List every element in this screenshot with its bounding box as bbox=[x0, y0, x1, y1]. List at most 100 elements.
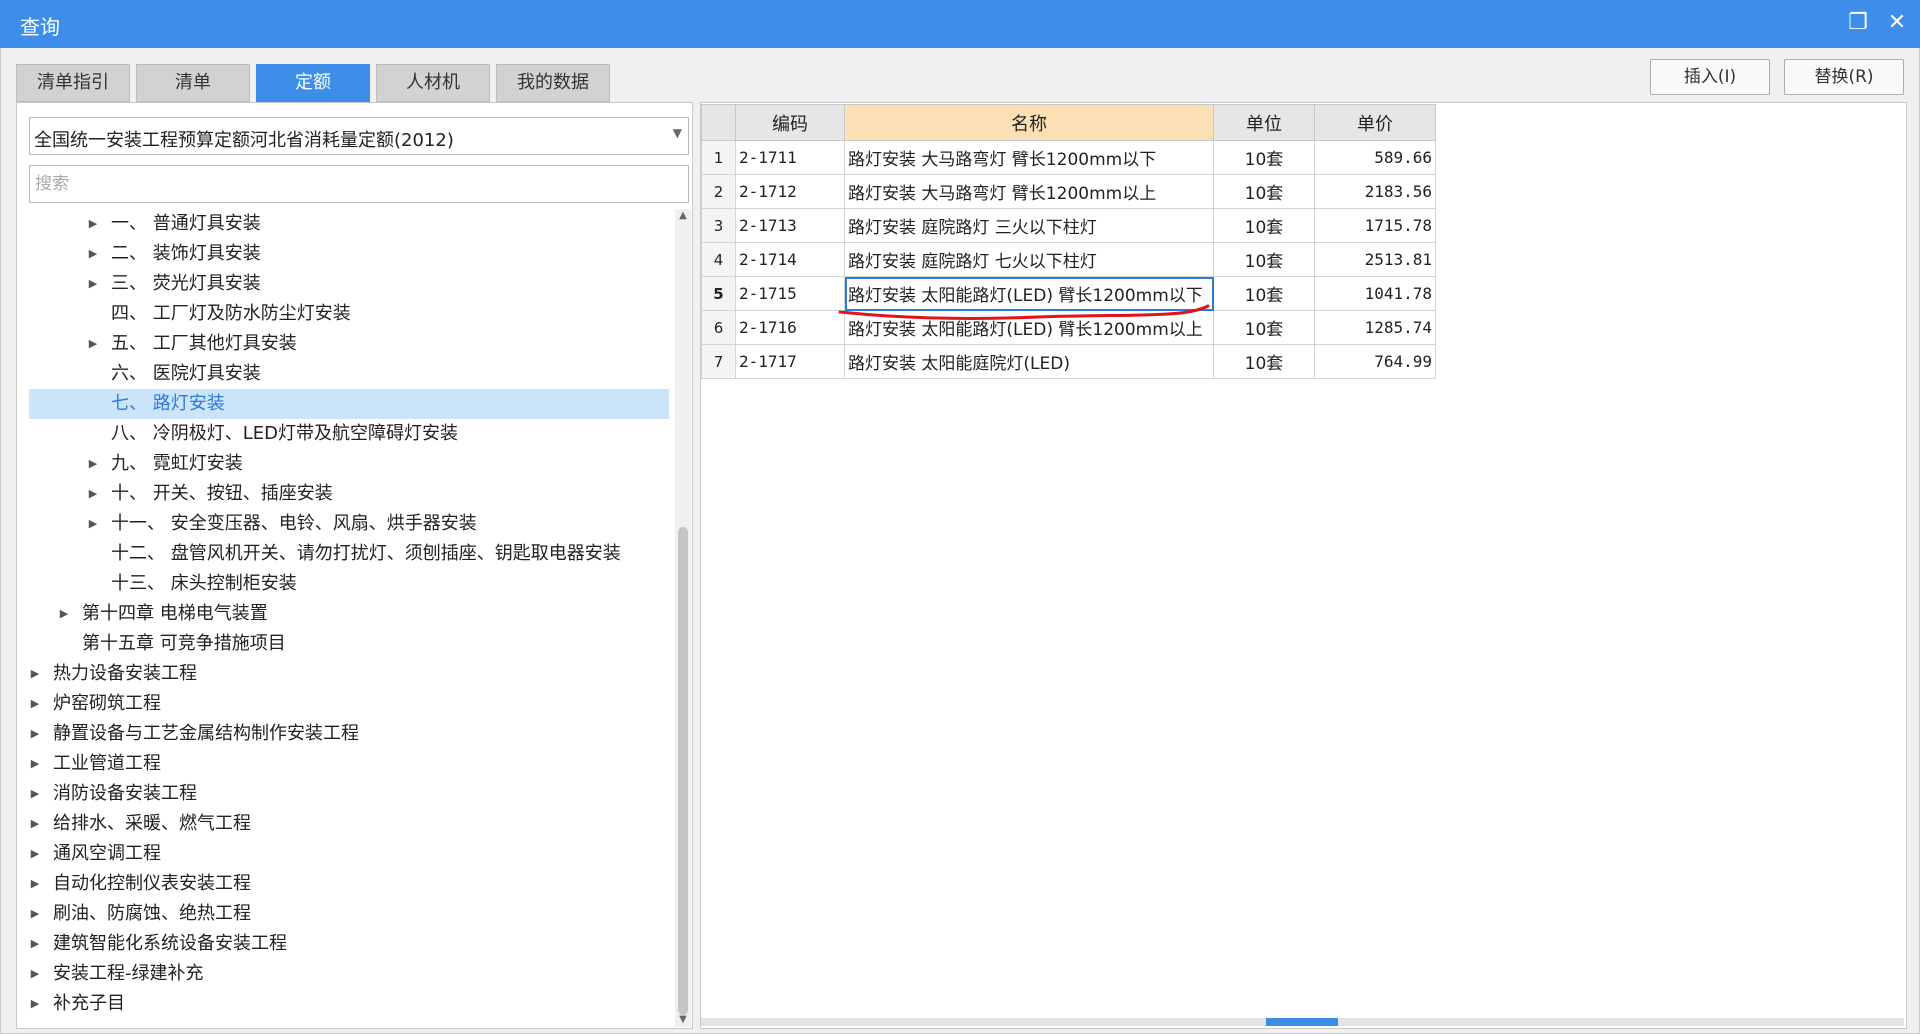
code-cell[interactable]: 2-1713 bbox=[735, 208, 845, 243]
restore-icon[interactable]: ❐ bbox=[1843, 8, 1873, 38]
tree-item[interactable]: 四、 工厂灯及防水防尘灯安装 bbox=[29, 299, 669, 329]
expand-arrow-icon[interactable]: ▶ bbox=[29, 749, 41, 779]
tab-labor-material-machine[interactable]: 人材机 bbox=[376, 64, 490, 102]
tree-item[interactable]: 七、 路灯安装 bbox=[29, 389, 669, 419]
name-cell[interactable]: 路灯安装 庭院路灯 七火以下柱灯 bbox=[844, 242, 1214, 277]
replace-button[interactable]: 替换(R) bbox=[1784, 59, 1904, 95]
price-cell[interactable]: 1285.74 bbox=[1314, 310, 1436, 345]
tree-item[interactable]: ▶ 静置设备与工艺金属结构制作安装工程 bbox=[29, 719, 669, 749]
tree-item[interactable]: ▶ 工业管道工程 bbox=[29, 749, 669, 779]
code-cell[interactable]: 2-1712 bbox=[735, 174, 845, 209]
tree-item[interactable]: ▶ 第十四章 电梯电气装置 bbox=[29, 599, 669, 629]
expand-arrow-icon[interactable]: ▶ bbox=[29, 929, 41, 959]
tree-item[interactable]: ▶ 二、 装饰灯具安装 bbox=[29, 239, 669, 269]
row-number[interactable]: 6 bbox=[701, 310, 736, 345]
unit-cell[interactable]: 10套 bbox=[1213, 310, 1315, 345]
tree-item[interactable]: ▶ 通风空调工程 bbox=[29, 839, 669, 869]
name-cell[interactable]: 路灯安装 太阳能庭院灯(LED) bbox=[844, 344, 1214, 379]
expand-arrow-icon[interactable]: ▶ bbox=[29, 659, 41, 689]
table-row[interactable]: 2 2-1712 路灯安装 大马路弯灯 臂长1200mm以上 10套 2183.56 bbox=[701, 174, 1436, 209]
tree-item[interactable]: ▶ 自动化控制仪表安装工程 bbox=[29, 869, 669, 899]
column-header-name[interactable]: 名称 bbox=[844, 104, 1214, 141]
unit-cell[interactable]: 10套 bbox=[1213, 344, 1315, 379]
name-cell[interactable]: 路灯安装 太阳能路灯(LED) 臂长1200mm以上 bbox=[844, 310, 1214, 345]
expand-arrow-icon[interactable]: ▶ bbox=[29, 869, 41, 899]
tree-item[interactable]: 十三、 床头控制柜安装 bbox=[29, 569, 669, 599]
tree-item[interactable]: ▶ 给排水、采暖、燃气工程 bbox=[29, 809, 669, 839]
price-cell[interactable]: 764.99 bbox=[1314, 344, 1436, 379]
close-icon[interactable]: ✕ bbox=[1882, 8, 1912, 38]
row-number[interactable]: 4 bbox=[701, 242, 736, 277]
expand-arrow-icon[interactable]: ▶ bbox=[29, 989, 41, 1019]
tree-item[interactable]: ▶ 刷油、防腐蚀、绝热工程 bbox=[29, 899, 669, 929]
tree-item[interactable]: ▶ 建筑智能化系统设备安装工程 bbox=[29, 929, 669, 959]
scroll-down-icon[interactable]: ▼ bbox=[675, 1013, 691, 1027]
scrollbar-thumb[interactable] bbox=[678, 527, 688, 1015]
expand-arrow-icon[interactable]: ▶ bbox=[87, 509, 99, 539]
expand-arrow-icon[interactable]: ▶ bbox=[87, 239, 99, 269]
tab-my-data[interactable]: 我的数据 bbox=[496, 64, 610, 102]
tree-item[interactable]: ▶ 三、 荧光灯具安装 bbox=[29, 269, 669, 299]
column-header-unit[interactable]: 单位 bbox=[1213, 104, 1315, 141]
quota-library-select[interactable]: 全国统一安装工程预算定额河北省消耗量定额(2012) ▼ bbox=[29, 117, 689, 155]
code-cell[interactable]: 2-1711 bbox=[735, 140, 845, 175]
price-cell[interactable]: 2183.56 bbox=[1314, 174, 1436, 209]
unit-cell[interactable]: 10套 bbox=[1213, 174, 1315, 209]
expand-arrow-icon[interactable]: ▶ bbox=[29, 899, 41, 929]
expand-arrow-icon[interactable]: ▶ bbox=[87, 449, 99, 479]
unit-cell[interactable]: 10套 bbox=[1213, 208, 1315, 243]
tree-item[interactable]: ▶ 安装工程-绿建补充 bbox=[29, 959, 669, 989]
row-number[interactable]: 1 bbox=[701, 140, 736, 175]
scroll-up-icon[interactable]: ▲ bbox=[675, 209, 691, 223]
table-row[interactable]: 7 2-1717 路灯安装 太阳能庭院灯(LED) 10套 764.99 bbox=[701, 344, 1436, 379]
tree-item[interactable]: 第十五章 可竞争措施项目 bbox=[29, 629, 669, 659]
tree-vertical-scrollbar[interactable]: ▲ ▼ bbox=[675, 209, 691, 1027]
expand-arrow-icon[interactable]: ▶ bbox=[87, 479, 99, 509]
tree-item[interactable]: ▶ 十、 开关、按钮、插座安装 bbox=[29, 479, 669, 509]
row-number[interactable]: 7 bbox=[701, 344, 736, 379]
tree-item[interactable]: ▶ 五、 工厂其他灯具安装 bbox=[29, 329, 669, 359]
name-cell[interactable]: 路灯安装 太阳能路灯(LED) 臂长1200mm以下 bbox=[844, 276, 1214, 311]
name-cell[interactable]: 路灯安装 大马路弯灯 臂长1200mm以上 bbox=[844, 174, 1214, 209]
code-cell[interactable]: 2-1717 bbox=[735, 344, 845, 379]
price-cell[interactable]: 2513.81 bbox=[1314, 242, 1436, 277]
column-header-price[interactable]: 单价 bbox=[1314, 104, 1436, 141]
expand-arrow-icon[interactable]: ▶ bbox=[29, 839, 41, 869]
price-cell[interactable]: 1041.78 bbox=[1314, 276, 1436, 311]
code-cell[interactable]: 2-1715 bbox=[735, 276, 845, 311]
row-number[interactable]: 3 bbox=[701, 208, 736, 243]
table-row[interactable]: 3 2-1713 路灯安装 庭院路灯 三火以下柱灯 10套 1715.78 bbox=[701, 208, 1436, 243]
unit-cell[interactable]: 10套 bbox=[1213, 276, 1315, 311]
price-cell[interactable]: 589.66 bbox=[1314, 140, 1436, 175]
row-number[interactable]: 2 bbox=[701, 174, 736, 209]
tree-item[interactable]: ▶ 补充子目 bbox=[29, 989, 669, 1019]
unit-cell[interactable]: 10套 bbox=[1213, 140, 1315, 175]
expand-arrow-icon[interactable]: ▶ bbox=[87, 329, 99, 359]
insert-button[interactable]: 插入(I) bbox=[1650, 59, 1770, 95]
tree-item[interactable]: 八、 冷阴极灯、LED灯带及航空障碍灯安装 bbox=[29, 419, 669, 449]
table-row[interactable]: 4 2-1714 路灯安装 庭院路灯 七火以下柱灯 10套 2513.81 bbox=[701, 242, 1436, 277]
name-cell[interactable]: 路灯安装 庭院路灯 三火以下柱灯 bbox=[844, 208, 1214, 243]
tree-item[interactable]: 六、 医院灯具安装 bbox=[29, 359, 669, 389]
name-cell[interactable]: 路灯安装 大马路弯灯 臂长1200mm以下 bbox=[844, 140, 1214, 175]
expand-arrow-icon[interactable]: ▶ bbox=[29, 959, 41, 989]
table-row[interactable]: 5 2-1715 路灯安装 太阳能路灯(LED) 臂长1200mm以下 10套 1041… bbox=[701, 276, 1436, 311]
tree-item[interactable]: ▶ 热力设备安装工程 bbox=[29, 659, 669, 689]
expand-arrow-icon[interactable]: ▶ bbox=[29, 719, 41, 749]
price-cell[interactable]: 1715.78 bbox=[1314, 208, 1436, 243]
scrollbar-thumb[interactable] bbox=[1266, 1018, 1338, 1026]
expand-arrow-icon[interactable]: ▶ bbox=[29, 689, 41, 719]
expand-arrow-icon[interactable]: ▶ bbox=[29, 779, 41, 809]
table-row[interactable]: 6 2-1716 路灯安装 太阳能路灯(LED) 臂长1200mm以上 10套 1285… bbox=[701, 310, 1436, 345]
expand-arrow-icon[interactable]: ▶ bbox=[29, 809, 41, 839]
expand-arrow-icon[interactable]: ▶ bbox=[87, 209, 99, 239]
tab-bill-guide[interactable]: 清单指引 bbox=[16, 64, 130, 102]
tab-quota[interactable]: 定额 bbox=[256, 64, 370, 102]
tree-item[interactable]: 十二、 盘管风机开关、请勿打扰灯、须刨插座、钥匙取电器安装 bbox=[29, 539, 669, 569]
tree-item[interactable]: ▶ 炉窑砌筑工程 bbox=[29, 689, 669, 719]
expand-arrow-icon[interactable]: ▶ bbox=[58, 599, 70, 629]
expand-arrow-icon[interactable]: ▶ bbox=[87, 269, 99, 299]
tree-item[interactable]: ▶ 九、 霓虹灯安装 bbox=[29, 449, 669, 479]
table-row[interactable]: 1 2-1711 路灯安装 大马路弯灯 臂长1200mm以下 10套 589.66 bbox=[701, 140, 1436, 175]
code-cell[interactable]: 2-1716 bbox=[735, 310, 845, 345]
